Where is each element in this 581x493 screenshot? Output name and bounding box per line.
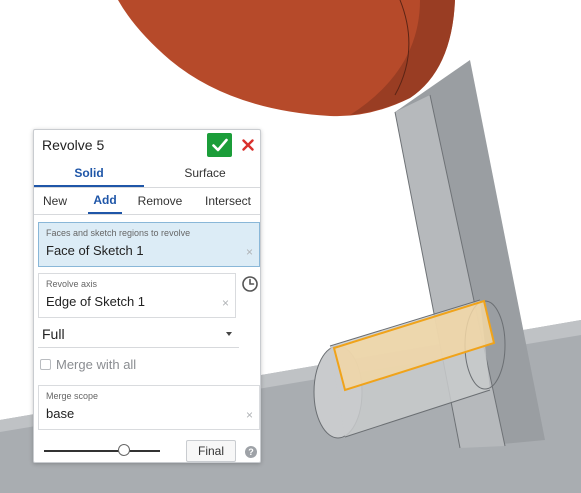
clear-axis-icon[interactable]: × xyxy=(222,297,229,309)
clear-selection-icon[interactable]: × xyxy=(246,246,253,258)
dialog-title: Revolve 5 xyxy=(42,137,105,153)
help-icon[interactable]: ? xyxy=(245,446,257,458)
tab-solid[interactable]: Solid xyxy=(34,161,144,187)
tab-new[interactable]: New xyxy=(38,188,72,214)
chevron-down-icon xyxy=(226,332,232,336)
tab-surface[interactable]: Surface xyxy=(150,161,260,187)
merge-with-all-row[interactable]: Merge with all xyxy=(38,355,238,375)
revolve-type-select[interactable]: Full xyxy=(38,323,239,348)
clock-icon[interactable] xyxy=(241,275,259,293)
close-icon xyxy=(242,139,254,151)
faces-selection-label: Faces and sketch regions to revolve xyxy=(46,228,191,238)
clear-merge-scope-icon[interactable]: × xyxy=(246,409,253,421)
merge-scope-label: Merge scope xyxy=(46,391,99,401)
type-tabs: Solid Surface xyxy=(34,161,260,188)
merge-scope-field[interactable]: Merge scope base × xyxy=(38,385,260,430)
tab-intersect[interactable]: Intersect xyxy=(198,188,258,214)
revolve-type-value: Full xyxy=(42,326,65,342)
merge-with-all-label: Merge with all xyxy=(56,357,137,372)
accept-button[interactable] xyxy=(207,133,232,157)
faces-selection-value: Face of Sketch 1 xyxy=(46,243,144,258)
cancel-button[interactable] xyxy=(238,134,258,156)
dialog-header: Revolve 5 xyxy=(34,130,260,160)
revolve-dialog: Revolve 5 Solid Surface New Add Remove I… xyxy=(33,129,261,463)
operation-tabs: New Add Remove Intersect xyxy=(34,188,260,215)
revolve-axis-value: Edge of Sketch 1 xyxy=(46,294,146,309)
rollback-slider-handle[interactable] xyxy=(118,444,130,456)
tab-add[interactable]: Add xyxy=(88,188,122,214)
checkmark-icon xyxy=(211,138,228,152)
tab-remove[interactable]: Remove xyxy=(130,188,190,214)
merge-scope-value: base xyxy=(46,406,75,421)
rollback-slider-track[interactable] xyxy=(44,450,160,452)
revolve-axis-label: Revolve axis xyxy=(46,279,98,289)
faces-selection-field[interactable]: Faces and sketch regions to revolve Face… xyxy=(38,222,260,267)
final-button[interactable]: Final xyxy=(186,440,236,462)
merge-with-all-checkbox[interactable] xyxy=(40,359,51,370)
revolve-axis-field[interactable]: Revolve axis Edge of Sketch 1 × xyxy=(38,273,236,318)
